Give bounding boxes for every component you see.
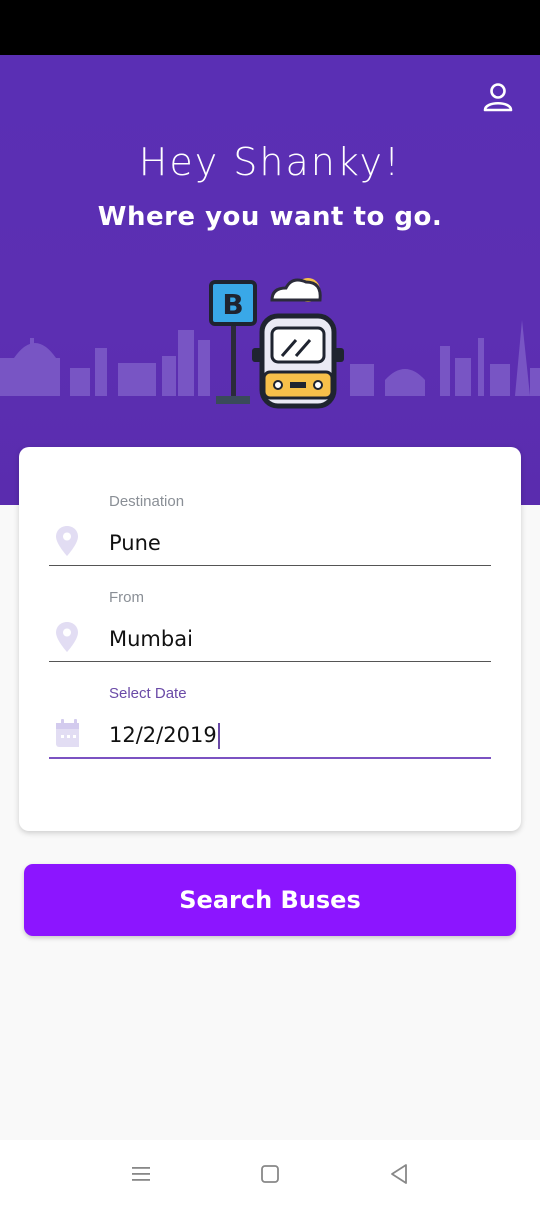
system-nav-bar bbox=[0, 1140, 540, 1206]
date-input[interactable]: 12/2/2019 bbox=[109, 723, 220, 749]
bus-stop-sign-letter: B bbox=[222, 288, 243, 321]
greeting-title: Hey Shanky! bbox=[138, 140, 402, 184]
bus-stop-illustration: B bbox=[0, 278, 540, 409]
location-pin-icon bbox=[56, 526, 78, 556]
from-field[interactable]: From Mumbai bbox=[49, 589, 491, 679]
date-underline bbox=[49, 757, 491, 759]
text-cursor bbox=[217, 723, 220, 749]
destination-field[interactable]: Destination Pune bbox=[49, 493, 491, 583]
calendar-icon[interactable] bbox=[55, 717, 79, 749]
date-value: 12/2/2019 bbox=[109, 723, 217, 747]
greeting-subtitle: Where you want to go. bbox=[97, 202, 443, 232]
from-input[interactable]: Mumbai bbox=[109, 627, 193, 651]
home-square-icon[interactable] bbox=[256, 1160, 284, 1188]
date-label: Select Date bbox=[109, 685, 187, 702]
from-underline bbox=[49, 661, 491, 662]
profile-icon[interactable] bbox=[480, 80, 516, 116]
from-label: From bbox=[109, 589, 144, 606]
search-buses-button[interactable]: Search Buses bbox=[24, 864, 516, 936]
bus-icon bbox=[252, 313, 344, 409]
back-triangle-icon[interactable] bbox=[385, 1160, 413, 1188]
search-form-card: Destination Pune From Mumbai Select Date… bbox=[19, 447, 521, 831]
destination-label: Destination bbox=[109, 493, 185, 510]
menu-icon[interactable] bbox=[127, 1160, 155, 1188]
destination-underline bbox=[49, 565, 491, 566]
status-bar bbox=[0, 0, 540, 55]
location-pin-icon bbox=[56, 622, 78, 652]
date-field[interactable]: Select Date 12/2/2019 bbox=[49, 685, 491, 775]
destination-input[interactable]: Pune bbox=[109, 531, 161, 555]
